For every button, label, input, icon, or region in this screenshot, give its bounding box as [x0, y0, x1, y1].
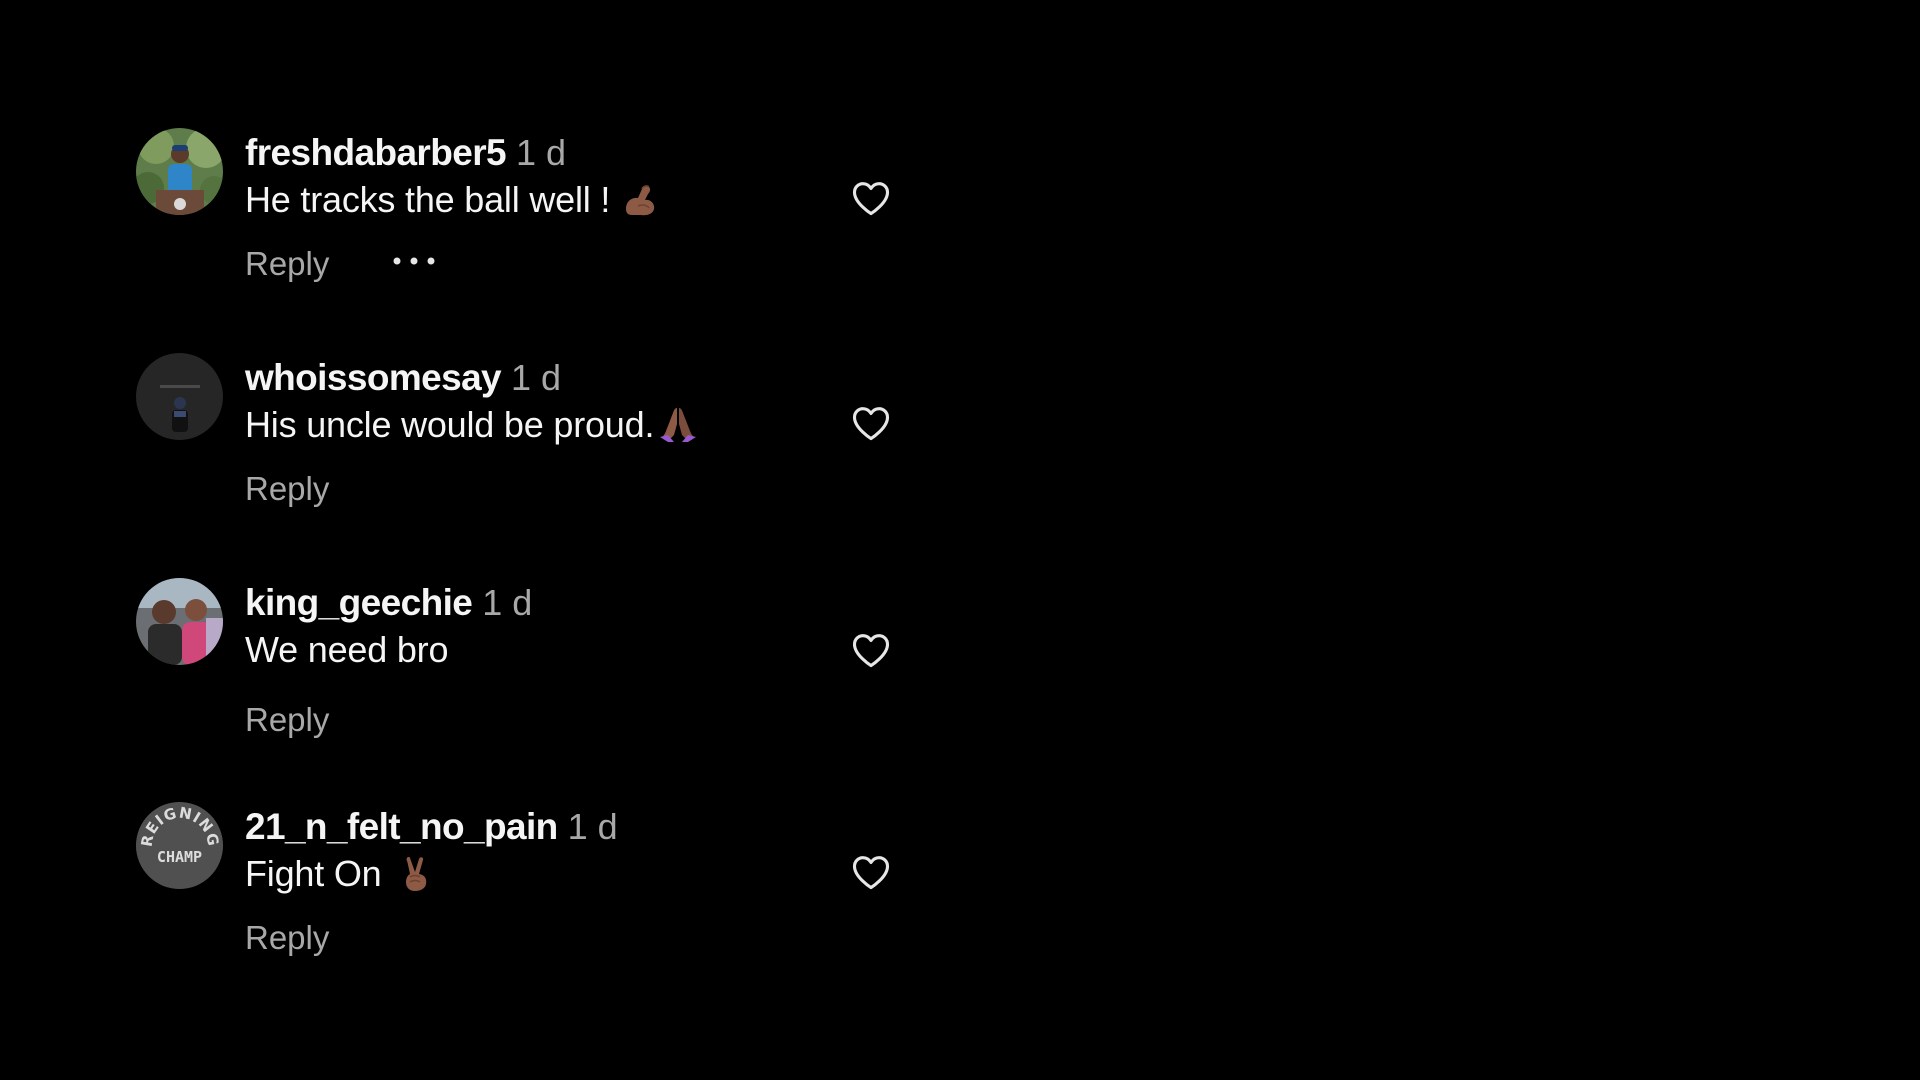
- heart-icon[interactable]: [849, 628, 893, 672]
- comments-list: freshdabarber5 1 d He tracks the ball wel…: [0, 0, 1920, 1080]
- comment-timestamp[interactable]: 1 d: [482, 582, 532, 623]
- comment-text-content: Fight On: [245, 853, 382, 894]
- comment-item: REIGNING CHAMP 21_n_felt_no_pain 1 d Figh…: [136, 802, 896, 1002]
- avatar[interactable]: [136, 353, 223, 440]
- comment-text: He tracks the ball well !: [245, 176, 805, 224]
- comment-item: freshdabarber5 1 d He tracks the ball wel…: [136, 128, 896, 328]
- comment-timestamp[interactable]: 1 d: [511, 357, 561, 398]
- comment-meta: whoissomesay 1 d: [245, 355, 805, 401]
- logo-text-bottom: CHAMP: [157, 848, 202, 866]
- reply-button[interactable]: Reply: [245, 245, 329, 282]
- reply-button[interactable]: Reply: [245, 919, 329, 956]
- reply-button[interactable]: Reply: [245, 470, 329, 507]
- comment-text-content: He tracks the ball well !: [245, 179, 611, 220]
- comment-text-content: His uncle would be proud.: [245, 404, 655, 445]
- comment-actions: Reply: [245, 914, 805, 962]
- comment-username[interactable]: king_geechie: [245, 582, 473, 623]
- heart-icon[interactable]: [849, 850, 893, 894]
- comment-actions: Reply: [245, 465, 805, 513]
- comment-meta: 21_n_felt_no_pain 1 d: [245, 804, 805, 850]
- comment-item: king_geechie 1 d We need bro Reply: [136, 578, 896, 778]
- comment-meta: freshdabarber5 1 d: [245, 130, 805, 176]
- comment-text: We need bro: [245, 626, 805, 674]
- comment-body: king_geechie 1 d We need bro Reply: [245, 580, 805, 744]
- comment-username[interactable]: 21_n_felt_no_pain: [245, 806, 558, 847]
- heart-icon[interactable]: [849, 401, 893, 445]
- victory-hand-emoji: [406, 856, 427, 891]
- avatar[interactable]: [136, 128, 223, 215]
- more-options-icon[interactable]: [391, 255, 437, 267]
- comment-body: 21_n_felt_no_pain 1 d Fight On Reply: [245, 804, 805, 962]
- comment-actions: Reply: [245, 240, 805, 288]
- comment-text: Fight On: [245, 850, 805, 898]
- comment-item: whoissomesay 1 d His uncle would be proud…: [136, 353, 896, 553]
- flexed-biceps-emoji: [626, 185, 655, 216]
- avatar[interactable]: [136, 578, 223, 665]
- comment-timestamp[interactable]: 1 d: [568, 806, 618, 847]
- comment-timestamp[interactable]: 1 d: [516, 132, 566, 173]
- avatar[interactable]: REIGNING CHAMP: [136, 802, 223, 889]
- comment-username[interactable]: whoissomesay: [245, 357, 502, 398]
- comment-text: His uncle would be proud.: [245, 401, 805, 449]
- folded-hands-emoji: [660, 408, 697, 442]
- heart-icon[interactable]: [849, 176, 893, 220]
- comment-text-content: We need bro: [245, 629, 449, 670]
- comment-actions: Reply: [245, 696, 805, 744]
- reply-button[interactable]: Reply: [245, 701, 329, 738]
- comment-body: whoissomesay 1 d His uncle would be proud…: [245, 355, 805, 513]
- comment-body: freshdabarber5 1 d He tracks the ball wel…: [245, 130, 805, 288]
- comment-meta: king_geechie 1 d: [245, 580, 805, 626]
- comment-username[interactable]: freshdabarber5: [245, 132, 507, 173]
